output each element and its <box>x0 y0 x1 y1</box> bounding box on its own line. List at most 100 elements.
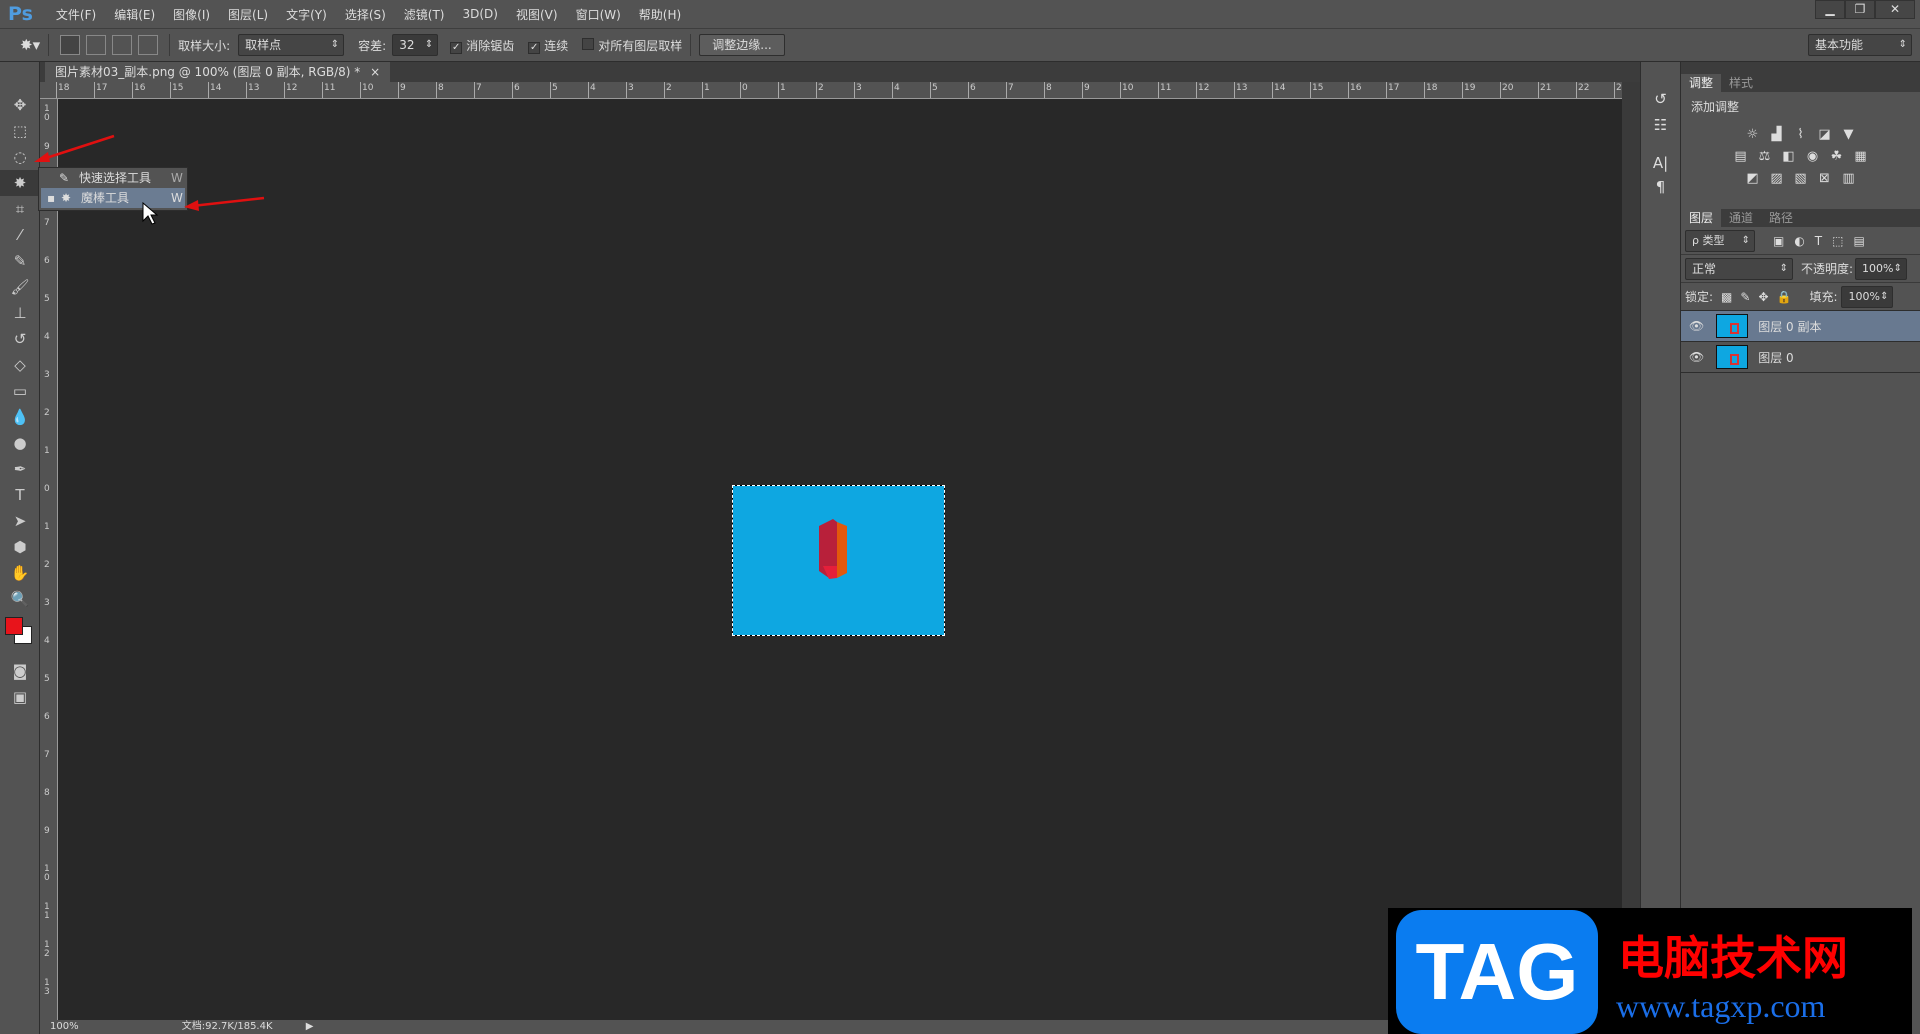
photo-filter-icon[interactable]: ◉ <box>1804 149 1822 165</box>
menu-select[interactable]: 选择(S) <box>336 6 395 23</box>
lock-label: 锁定: <box>1685 290 1714 304</box>
menu-3d[interactable]: 3D(D) <box>454 7 507 21</box>
ruler-tick <box>1082 82 1083 98</box>
fill-input[interactable]: 100% <box>1841 285 1894 308</box>
vertical-scrollbar[interactable] <box>1622 82 1640 1020</box>
tab-paths[interactable]: 路径 <box>1761 209 1801 227</box>
invert-icon[interactable]: ◩ <box>1744 171 1762 187</box>
ruler-tick <box>1044 82 1045 98</box>
stamp-tool-icon[interactable]: ⊥ <box>0 300 40 326</box>
blend-mode-select[interactable]: 正常 <box>1685 257 1793 280</box>
threshold-icon[interactable]: ▧ <box>1792 171 1810 187</box>
ruler-tick <box>892 82 893 98</box>
ruler-label: 4 <box>44 636 50 646</box>
ruler-tick <box>1500 82 1501 98</box>
tab-channels[interactable]: 通道 <box>1721 209 1761 227</box>
eraser-tool-icon[interactable]: ◇ <box>0 352 40 378</box>
ruler-label: 18 <box>1426 83 1438 93</box>
curves-icon[interactable]: ⌇ <box>1792 127 1810 143</box>
ruler-label: 1 <box>704 83 710 93</box>
layer-name: 图层 0 <box>1758 350 1794 365</box>
ruler-label: 0 <box>44 484 50 494</box>
screen-mode-icon[interactable]: ▣ <box>0 684 40 710</box>
canvas-image[interactable] <box>732 485 945 636</box>
hue-icon[interactable]: ▤ <box>1732 149 1750 165</box>
tab-layers[interactable]: 图层 <box>1681 209 1722 227</box>
pen-tool-icon[interactable]: ✒ <box>0 456 40 482</box>
hand-tool-icon[interactable]: ✋ <box>0 560 40 586</box>
restore-button[interactable]: ❐ <box>1845 0 1875 19</box>
type-tool-icon[interactable]: T <box>0 482 40 508</box>
zoom-tool-icon[interactable]: 🔍 <box>0 586 40 612</box>
path-select-icon[interactable]: ➤ <box>0 508 40 534</box>
lock-icons[interactable]: ▩✎✥🔒 <box>1721 290 1799 304</box>
exposure-icon[interactable]: ◪ <box>1816 127 1834 143</box>
layer-row[interactable]: 👁 图层 0 副本 <box>1681 311 1920 342</box>
anti-alias-checkbox[interactable]: ✓ 消除锯齿 <box>450 37 514 54</box>
menu-help[interactable]: 帮助(H) <box>630 6 690 23</box>
right-panels: 调整 样式 添加调整 ☼ ▟ ⌇ ◪ ▼ ▤ ⚖ ◧ ◉ ☘ ▦ ◩ ▨ ▧ ⊠ ▥ 图层 通道 路径 ρ 类型… <box>1680 62 1920 1034</box>
paragraph-panel-icon[interactable]: ¶ <box>1641 178 1680 196</box>
character-panel-icon[interactable]: A| <box>1641 154 1680 172</box>
quick-mask-icon[interactable]: ◙ <box>0 658 40 684</box>
menu-window[interactable]: 窗口(W) <box>567 6 630 23</box>
menu-filter[interactable]: 滤镜(T) <box>395 6 454 23</box>
workspace-select[interactable]: 基本功能 <box>1808 34 1912 56</box>
zoom-level[interactable]: 100% <box>50 1021 79 1032</box>
levels-icon[interactable]: ▟ <box>1768 127 1786 143</box>
contiguous-checkbox[interactable]: ✓ 连续 <box>528 37 568 54</box>
ruler-label: 4 <box>590 83 596 93</box>
gradient-tool-icon[interactable]: ▭ <box>0 378 40 404</box>
layer-row[interactable]: 👁 图层 0 <box>1681 342 1920 373</box>
posterize-icon[interactable]: ▨ <box>1768 171 1786 187</box>
opacity-input[interactable]: 100% <box>1855 257 1908 280</box>
ruler-label: 13 <box>1236 83 1248 93</box>
visibility-eye-icon[interactable]: 👁 <box>1689 319 1704 333</box>
tab-adjustments[interactable]: 调整 <box>1681 74 1722 92</box>
channel-mixer-icon[interactable]: ☘ <box>1828 149 1846 165</box>
color-lookup-icon[interactable]: ▦ <box>1852 149 1870 165</box>
ruler-tick <box>1538 82 1539 98</box>
foreground-color-swatch[interactable] <box>5 617 23 635</box>
ruler-label: 8 <box>1046 83 1052 93</box>
gradient-map-icon[interactable]: ▥ <box>1840 171 1858 187</box>
history-panel-icon[interactable]: ↺ <box>1641 90 1680 108</box>
brush-tool-icon[interactable]: 🖌 <box>0 274 40 300</box>
ruler-tick <box>816 82 817 98</box>
brightness-icon[interactable]: ☼ <box>1744 127 1762 143</box>
dodge-tool-icon[interactable]: ● <box>0 430 40 456</box>
close-button[interactable]: ✕ <box>1875 0 1915 19</box>
selective-color-icon[interactable]: ⊠ <box>1816 171 1834 187</box>
tab-styles[interactable]: 样式 <box>1721 74 1761 92</box>
refine-edge-button[interactable]: 调整边缘... <box>699 34 785 56</box>
vibrance-icon[interactable]: ▼ <box>1840 127 1858 143</box>
ruler-tick <box>1310 82 1311 98</box>
ruler-tick <box>1006 82 1007 98</box>
minimize-button[interactable]: ▁ <box>1815 0 1845 19</box>
ruler-label: 9 <box>400 83 406 93</box>
document-size[interactable]: 文档:92.7K/185.4K <box>182 1021 273 1032</box>
sample-all-layers-checkbox[interactable]: 对所有图层取样 <box>582 37 682 54</box>
properties-panel-icon[interactable]: ☷ <box>1641 116 1680 134</box>
blur-tool-icon[interactable]: 💧 <box>0 404 40 430</box>
layer-filter-icons[interactable]: ▣◐T⬚▤ <box>1773 234 1875 248</box>
ruler-label: 5 <box>44 294 50 304</box>
ruler-label: 4 <box>894 83 900 93</box>
ruler-label: 12 <box>1198 83 1210 93</box>
layer-thumbnail <box>1716 345 1749 369</box>
black-white-icon[interactable]: ◧ <box>1780 149 1798 165</box>
layer-filter-select[interactable]: ρ 类型 <box>1685 229 1755 252</box>
ruler-tick <box>702 82 703 98</box>
shape-tool-icon[interactable]: ⬢ <box>0 534 40 560</box>
tolerance-input[interactable]: 32 <box>392 34 439 56</box>
visibility-eye-icon[interactable]: 👁 <box>1689 350 1704 364</box>
close-tab-icon[interactable]: × <box>370 65 380 79</box>
menu-view[interactable]: 视图(V) <box>507 6 567 23</box>
status-menu-arrow-icon[interactable]: ▶ <box>306 1021 314 1032</box>
color-balance-icon[interactable]: ⚖ <box>1756 149 1774 165</box>
history-brush-icon[interactable]: ↺ <box>0 326 40 352</box>
healing-brush-icon[interactable]: ✎ <box>0 248 40 274</box>
ruler-label: 3 <box>44 370 50 380</box>
ruler-label: 10 <box>44 864 50 883</box>
ruler-tick <box>1576 82 1577 98</box>
